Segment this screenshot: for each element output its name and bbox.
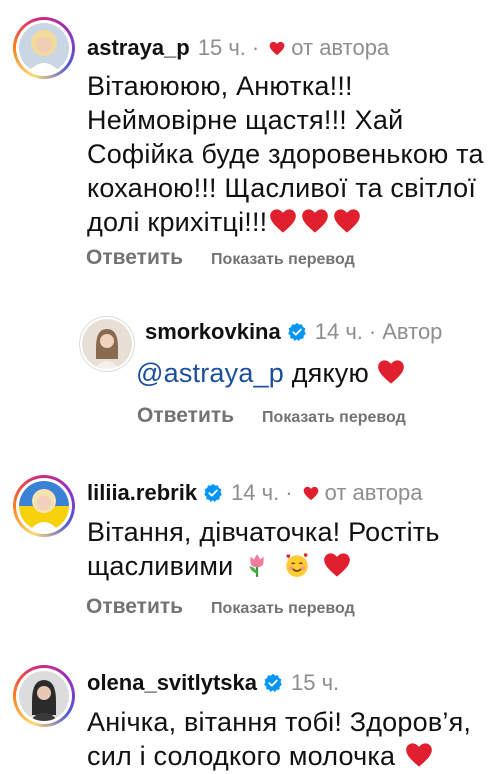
comment-meta: liliia.rebrik 14 ч. · от автора	[87, 479, 422, 507]
tulip-emoji-icon	[243, 552, 271, 578]
comment-line: щасливими	[87, 551, 234, 581]
username[interactable]: smorkovkina	[145, 318, 281, 346]
comment-actions: Ответить Показать перевод	[86, 246, 355, 270]
timestamp: 14 ч.	[314, 319, 363, 344]
comment-text: @astraya_p дякую	[136, 356, 496, 390]
comment-meta: astraya_p 15 ч. · от автора	[87, 34, 389, 62]
comment-line: долі крихітці!!!	[87, 207, 268, 237]
heart-emoji-icon	[269, 208, 297, 234]
comment-line: сил і солодкого молочка	[87, 741, 396, 771]
separator: ·	[251, 35, 260, 60]
timestamp: 15 ч.	[290, 670, 340, 695]
comment-meta: olena_svitlytska 15 ч.	[87, 669, 339, 697]
verified-badge-icon	[287, 322, 307, 342]
avatar-smorkovkina[interactable]	[79, 316, 135, 372]
reply-button[interactable]: Ответить	[86, 595, 183, 619]
timestamp: 14 ч.	[231, 480, 280, 505]
heart-emoji-icon	[323, 552, 351, 578]
mention-link[interactable]: @astraya_p	[136, 358, 284, 388]
heart-emoji-icon	[301, 208, 329, 234]
username[interactable]: liliia.rebrik	[87, 479, 197, 507]
smiling-face-with-hearts-icon	[283, 552, 311, 578]
heart-icon	[269, 41, 285, 56]
heart-icon	[303, 486, 319, 501]
author-label: Автор	[382, 319, 443, 344]
comment-line: Вітаюююю, Анютка!!!	[87, 71, 353, 101]
avatar-photo-olena-svitlytska	[19, 671, 69, 721]
avatar-astraya-p[interactable]	[13, 17, 75, 79]
avatar-olena-svitlytska[interactable]	[13, 665, 75, 727]
avatar-photo-liliia-rebrik	[19, 481, 69, 531]
reply-button[interactable]: Ответить	[137, 404, 234, 428]
comment-line-last: сил і солодкого молочка	[87, 739, 497, 773]
heart-emoji-icon	[333, 208, 361, 234]
comment-line: Неймовірне щастя!!! Хай	[87, 105, 404, 135]
liked-by-author-label: от автора	[291, 35, 390, 60]
comment-text: Анічка, вітання тобі! Здоров’я, сил і со…	[87, 705, 497, 773]
comment-line-last: долі крихітці!!!	[87, 205, 497, 239]
heart-emoji-icon	[377, 359, 405, 385]
show-translation-button[interactable]: Показать перевод	[211, 600, 355, 618]
username[interactable]: olena_svitlytska	[87, 669, 257, 697]
comment-line: Софійка буде здоровенькою та	[87, 139, 484, 169]
reply-button[interactable]: Ответить	[86, 246, 183, 270]
liked-by-author-label: от автора	[324, 480, 423, 505]
verified-badge-icon	[263, 673, 283, 693]
comment-line: дякую	[291, 358, 369, 388]
comment-text: Вітаюююю, Анютка!!! Неймовірне щастя!!! …	[87, 69, 497, 239]
comment-line-last: щасливими	[87, 549, 497, 583]
heart-emoji-icon	[405, 742, 433, 768]
comment-meta: smorkovkina 14 ч. · Автор	[145, 318, 442, 346]
verified-badge-icon	[203, 483, 223, 503]
username[interactable]: astraya_p	[87, 34, 190, 62]
comment-line: Анічка, вітання тобі! Здоров’я,	[87, 707, 472, 737]
comment-line: Вітання, дівчаточка! Ростіть	[87, 517, 440, 547]
comment-actions: Ответить Показать перевод	[86, 595, 355, 619]
comment-line: коханою!!! Щасливої та світлої	[87, 173, 477, 203]
separator: ·	[285, 480, 293, 505]
separator: ·	[368, 319, 377, 344]
comment-actions: Ответить Показать перевод	[137, 404, 406, 428]
show-translation-button[interactable]: Показать перевод	[211, 251, 355, 269]
show-translation-button[interactable]: Показать перевод	[262, 409, 406, 427]
avatar-photo-astraya-p	[19, 23, 69, 73]
avatar-photo-smorkovkina	[82, 319, 132, 369]
comment-text: Вітання, дівчаточка! Ростіть щасливими	[87, 515, 497, 583]
avatar-liliia-rebrik[interactable]	[13, 475, 75, 537]
timestamp: 15 ч.	[197, 35, 246, 60]
